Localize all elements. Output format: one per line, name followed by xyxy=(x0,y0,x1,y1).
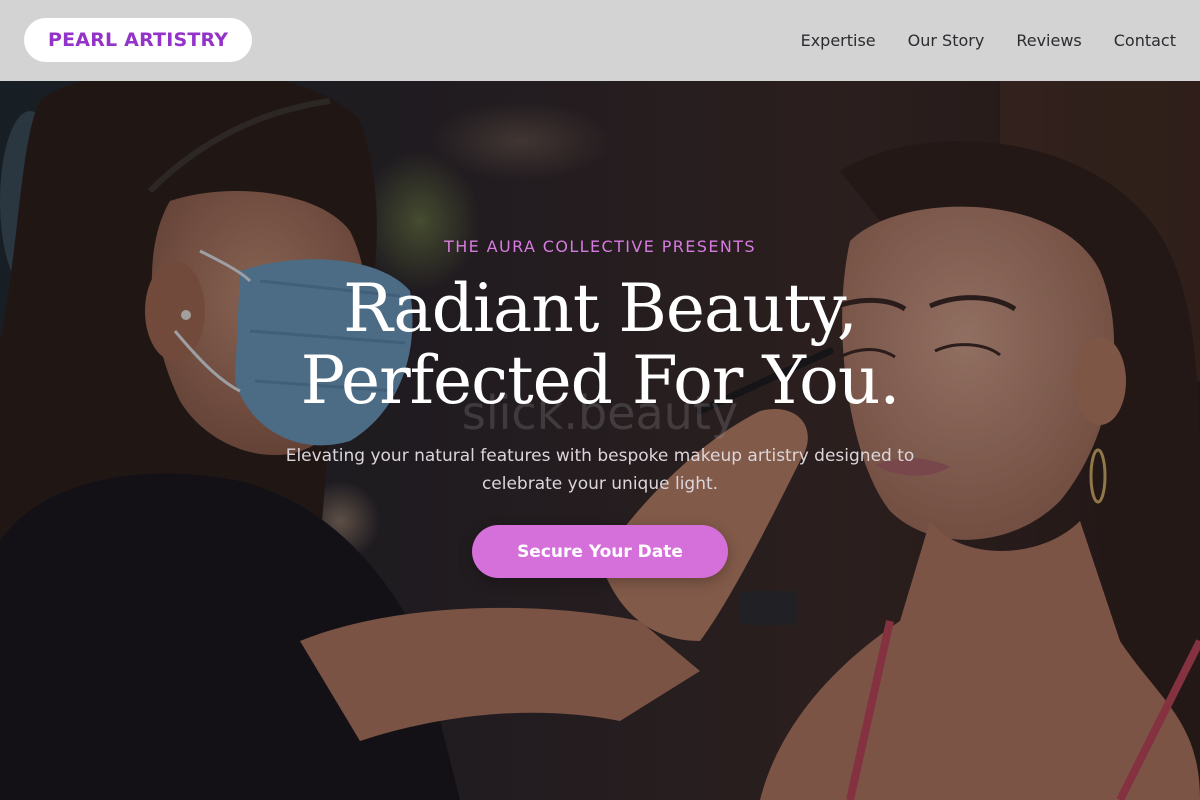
logo[interactable]: PEARL ARTISTRY xyxy=(24,18,253,62)
nav-link-reviews[interactable]: Reviews xyxy=(1016,31,1081,50)
nav-link-expertise[interactable]: Expertise xyxy=(801,31,876,50)
hero-headline-line-1: Radiant Beauty, xyxy=(343,270,858,347)
hero-content: THE AURA COLLECTIVE PRESENTS Radiant Bea… xyxy=(0,81,1200,800)
logo-text: PEARL ARTISTRY xyxy=(48,29,229,51)
main-nav: Expertise Our Story Reviews Contact xyxy=(801,0,1176,80)
site-header: PEARL ARTISTRY Expertise Our Story Revie… xyxy=(0,0,1200,81)
nav-link-our-story[interactable]: Our Story xyxy=(908,31,985,50)
hero-eyebrow: THE AURA COLLECTIVE PRESENTS xyxy=(444,237,756,256)
hero-subtext: Elevating your natural features with bes… xyxy=(285,446,915,494)
secure-your-date-button[interactable]: Secure Your Date xyxy=(472,525,728,578)
hero-headline: Radiant Beauty, Perfected For You. xyxy=(0,273,1200,417)
hero-headline-line-2: Perfected For You. xyxy=(300,342,901,419)
nav-link-contact[interactable]: Contact xyxy=(1114,31,1176,50)
hero-section: slick.beauty THE AURA COLLECTIVE PRESENT… xyxy=(0,81,1200,800)
